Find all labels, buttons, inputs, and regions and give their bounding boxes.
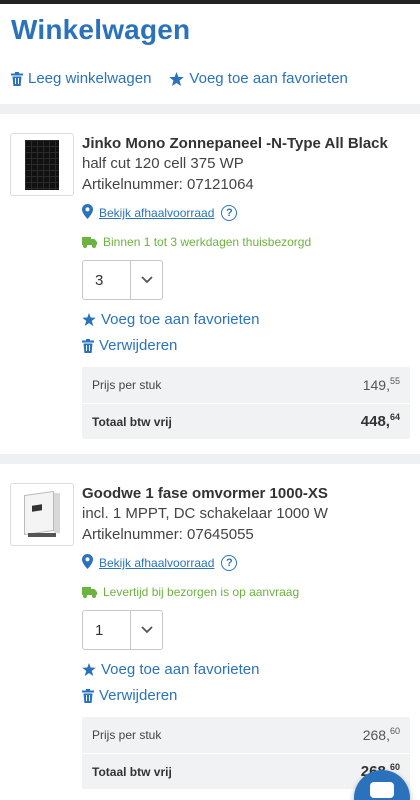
remove-item-button[interactable]: Verwijderen — [82, 687, 177, 704]
cart-item: Jinko Mono Zonnepaneel -N-Type All Black… — [0, 114, 420, 454]
product-article-number: Artikelnummer: 07645055 — [82, 526, 254, 543]
cart-item: Goodwe 1 fase omvormer 1000-XS incl. 1 M… — [0, 464, 420, 800]
add-to-favorites-button[interactable]: Voeg toe aan favorieten — [82, 311, 259, 328]
total-price-label: Totaal btw vrij — [92, 414, 172, 429]
product-name[interactable]: Jinko Mono Zonnepaneel -N-Type All Black — [82, 135, 388, 152]
truck-icon — [82, 236, 97, 248]
clear-cart-button[interactable]: Leeg winkelwagen — [11, 70, 151, 87]
add-all-favorites-button[interactable]: Voeg toe aan favorieten — [169, 70, 348, 87]
pickup-stock-link[interactable]: Bekijk afhaalvoorraad — [99, 206, 214, 220]
chat-icon — [370, 782, 394, 800]
pickup-stock: Bekijk afhaalvoorraad ? — [82, 554, 238, 572]
location-pin-icon — [82, 204, 93, 222]
pickup-stock-link[interactable]: Bekijk afhaalvoorraad — [99, 556, 214, 570]
delivery-info: Binnen 1 tot 3 werkdagen thuisbezorgd — [82, 235, 311, 249]
remove-label: Verwijderen — [99, 687, 178, 704]
quantity-value: 1 — [95, 621, 104, 639]
unit-price-value: 149,55 — [362, 376, 400, 393]
remove-label: Verwijderen — [99, 337, 178, 354]
product-name[interactable]: Goodwe 1 fase omvormer 1000-XS — [82, 485, 328, 502]
add-to-favorites-label: Voeg toe aan favorieten — [101, 661, 260, 678]
chevron-down-icon — [130, 261, 162, 299]
trash-icon — [11, 71, 23, 86]
unit-price-row: Prijs per stuk 149,55 — [82, 367, 410, 403]
star-icon — [169, 71, 185, 86]
help-icon[interactable]: ? — [221, 555, 238, 571]
help-icon[interactable]: ? — [221, 205, 238, 221]
remove-item-button[interactable]: Verwijderen — [82, 337, 177, 354]
star-icon — [82, 313, 96, 326]
pickup-stock: Bekijk afhaalvoorraad ? — [82, 204, 238, 222]
inverter-image — [20, 490, 64, 539]
product-thumbnail[interactable] — [10, 483, 74, 546]
chevron-down-icon — [130, 611, 162, 649]
unit-price-value: 268,60 — [362, 726, 400, 743]
quantity-value: 3 — [95, 271, 104, 289]
total-price-label: Totaal btw vrij — [92, 764, 172, 779]
star-icon — [82, 663, 96, 676]
add-to-favorites-button[interactable]: Voeg toe aan favorieten — [82, 661, 259, 678]
trash-icon — [82, 688, 94, 703]
trash-icon — [82, 338, 94, 353]
unit-price-label: Prijs per stuk — [92, 728, 162, 742]
unit-price-row: Prijs per stuk 268,60 — [82, 717, 410, 753]
delivery-info: Levertijd bij bezorgen is op aanvraag — [82, 585, 299, 599]
top-bar — [0, 0, 420, 4]
price-summary: Prijs per stuk 149,55 Totaal btw vrij 44… — [82, 367, 410, 439]
clear-cart-label: Leeg winkelwagen — [28, 70, 152, 87]
truck-icon — [82, 586, 97, 598]
solar-panel-image — [25, 139, 59, 190]
delivery-text: Binnen 1 tot 3 werkdagen thuisbezorgd — [103, 235, 312, 249]
section-divider — [0, 104, 420, 114]
quantity-select[interactable]: 1 — [82, 610, 163, 650]
total-price-value: 448,64 — [360, 412, 400, 430]
add-to-favorites-label: Voeg toe aan favorieten — [101, 311, 260, 328]
product-thumbnail[interactable] — [10, 133, 74, 196]
location-pin-icon — [82, 554, 93, 572]
delivery-text: Levertijd bij bezorgen is op aanvraag — [103, 585, 300, 599]
product-spec: half cut 120 cell 375 WP — [82, 155, 244, 172]
section-divider — [0, 454, 420, 464]
quantity-select[interactable]: 3 — [82, 260, 163, 300]
product-article-number: Artikelnummer: 07121064 — [82, 176, 254, 193]
total-price-row: Totaal btw vrij 448,64 — [82, 403, 410, 439]
unit-price-label: Prijs per stuk — [92, 378, 162, 392]
cart-actions: Leeg winkelwagen Voeg toe aan favorieten — [11, 70, 348, 87]
page-title: Winkelwagen — [11, 14, 191, 45]
product-spec: incl. 1 MPPT, DC schakelaar 1000 W — [82, 505, 328, 522]
add-favorites-label: Voeg toe aan favorieten — [189, 70, 348, 87]
